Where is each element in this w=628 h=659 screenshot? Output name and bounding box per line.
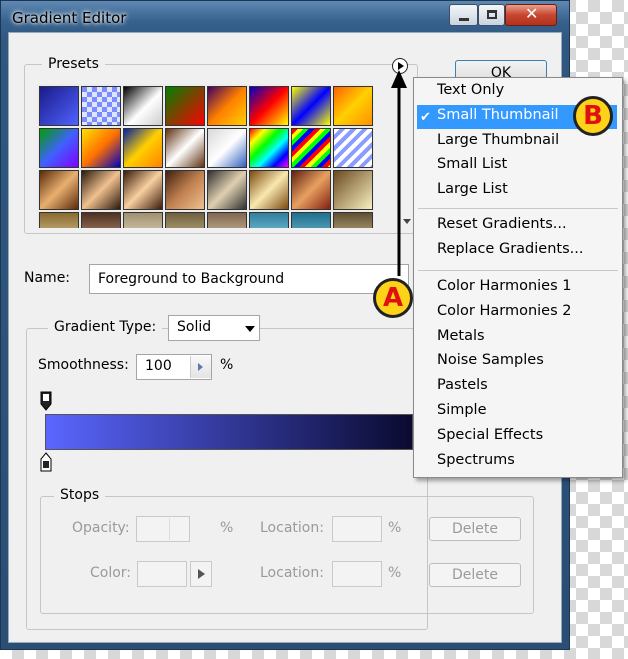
preset-swatch[interactable]: [123, 170, 163, 210]
menu-item[interactable]: Metals: [437, 328, 485, 344]
menu-separator: [418, 270, 618, 271]
preset-swatch[interactable]: [333, 170, 373, 210]
color-swatch-input[interactable]: [137, 561, 187, 587]
preset-swatch[interactable]: [249, 128, 289, 168]
opacity-input[interactable]: [136, 516, 190, 542]
smoothness-stepper-button[interactable]: [190, 356, 211, 378]
preset-swatch[interactable]: [291, 86, 331, 126]
opacity-label: Opacity:: [72, 520, 130, 536]
menu-item[interactable]: Large List: [437, 181, 508, 197]
preset-swatch[interactable]: [81, 128, 121, 168]
preset-swatch[interactable]: [123, 128, 163, 168]
stops-label: Stops: [54, 487, 106, 503]
minimize-button[interactable]: [449, 4, 478, 26]
name-label: Name:: [24, 270, 71, 286]
menu-item[interactable]: Replace Gradients...: [437, 241, 583, 257]
color-label: Color:: [90, 565, 132, 581]
color-location-label: Location:: [260, 565, 324, 581]
preset-swatch[interactable]: [81, 86, 121, 126]
menu-item[interactable]: Small Thumbnail: [437, 107, 559, 123]
preset-swatch[interactable]: [207, 212, 247, 228]
callout-badge-b: B: [573, 96, 613, 136]
preset-swatch[interactable]: [39, 128, 79, 168]
opacity-delete-button[interactable]: Delete: [429, 517, 521, 541]
preset-swatch[interactable]: [39, 86, 79, 126]
preset-swatch[interactable]: [123, 212, 163, 228]
preset-swatch[interactable]: [39, 170, 79, 210]
preset-swatch[interactable]: [165, 212, 205, 228]
menu-item[interactable]: Noise Samples: [437, 352, 544, 368]
maximize-button[interactable]: [478, 4, 505, 26]
presets-swatch-area: [37, 84, 374, 228]
preset-swatch[interactable]: [249, 212, 289, 228]
gradient-preview-bar[interactable]: [45, 414, 413, 450]
preset-swatch[interactable]: [39, 212, 79, 228]
menu-item[interactable]: Spectrums: [437, 452, 515, 468]
menu-item[interactable]: Pastels: [437, 377, 488, 393]
preset-swatch[interactable]: [291, 128, 331, 168]
smoothness-unit: %: [220, 357, 234, 373]
preset-swatch[interactable]: [291, 170, 331, 210]
preset-swatch[interactable]: [165, 170, 205, 210]
stops-group: [40, 496, 534, 614]
presets-label: Presets: [42, 56, 105, 72]
menu-item[interactable]: Small List: [437, 156, 507, 172]
color-location-unit: %: [388, 565, 402, 581]
opacity-location-label: Location:: [260, 520, 324, 536]
opacity-location-input[interactable]: [332, 516, 382, 542]
close-button[interactable]: ✕: [505, 4, 557, 26]
menu-separator: [418, 208, 618, 209]
preset-swatch[interactable]: [165, 86, 205, 126]
preset-swatch[interactable]: [291, 212, 331, 228]
window-title: Gradient Editor: [12, 9, 127, 27]
preset-swatch[interactable]: [81, 170, 121, 210]
color-location-input[interactable]: [332, 561, 382, 587]
preset-swatch[interactable]: [249, 170, 289, 210]
maximize-icon: [487, 10, 497, 19]
presets-grid: [37, 84, 374, 228]
gradient-type-label: Gradient Type:: [48, 319, 163, 335]
callout-arrow: [391, 70, 407, 276]
preset-swatch[interactable]: [249, 86, 289, 126]
menu-item[interactable]: Color Harmonies 2: [437, 303, 572, 319]
preset-swatch[interactable]: [165, 128, 205, 168]
opacity-unit: %: [220, 520, 234, 536]
preset-swatch[interactable]: [333, 86, 373, 126]
menu-item[interactable]: Reset Gradients...: [437, 216, 567, 232]
menu-item[interactable]: Large Thumbnail: [437, 132, 559, 148]
preset-swatch[interactable]: [123, 86, 163, 126]
chevron-down-icon: [245, 326, 255, 332]
callout-badge-a: A: [373, 278, 413, 318]
preset-swatch[interactable]: [81, 212, 121, 228]
opacity-location-unit: %: [388, 520, 402, 536]
menu-item[interactable]: Special Effects: [437, 427, 543, 443]
preset-swatch[interactable]: [333, 128, 373, 168]
preset-swatch[interactable]: [333, 212, 373, 228]
smoothness-label: Smoothness:: [38, 357, 129, 373]
color-stop-icon[interactable]: [40, 452, 52, 472]
opacity-stop-icon[interactable]: [40, 391, 52, 411]
menu-item[interactable]: Color Harmonies 1: [437, 278, 572, 294]
name-input[interactable]: [89, 264, 409, 294]
opacity-stepper-icon: [169, 518, 188, 540]
preset-swatch[interactable]: [207, 86, 247, 126]
color-delete-button[interactable]: Delete: [429, 563, 521, 587]
preset-swatch[interactable]: [207, 128, 247, 168]
color-picker-button[interactable]: [190, 561, 212, 587]
check-icon: ✔: [420, 110, 431, 125]
menu-item[interactable]: Text Only: [437, 82, 504, 98]
triangle-right-icon: [198, 569, 205, 579]
preset-swatch[interactable]: [207, 170, 247, 210]
menu-item[interactable]: Simple: [437, 402, 487, 418]
minimize-icon: [459, 18, 469, 21]
presets-context-menu: ✔ Text Only Small Thumbnail Large Thumbnai…: [413, 77, 623, 478]
close-icon: ✕: [525, 4, 539, 23]
